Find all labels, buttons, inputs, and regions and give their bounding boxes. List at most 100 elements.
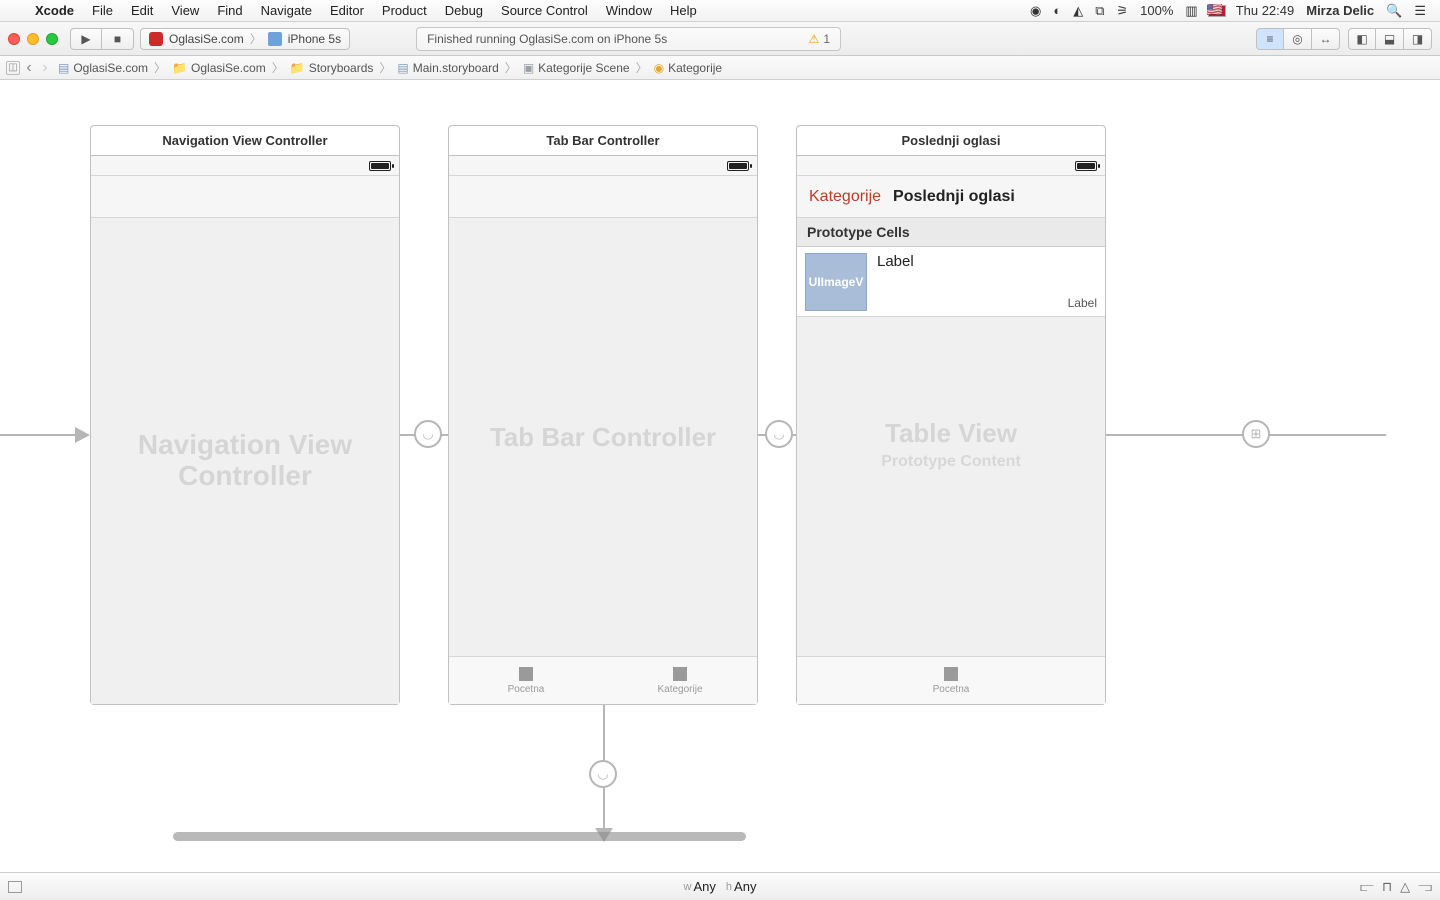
menu-product[interactable]: Product — [373, 0, 436, 22]
scheme-target-label: OglasiSe.com — [169, 32, 244, 46]
jump-scene-label: Kategorije Scene — [538, 61, 629, 75]
jump-group-label: OglasiSe.com — [191, 61, 266, 75]
toggle-navigator-button[interactable]: ◧ — [1348, 28, 1376, 50]
status-bar — [449, 156, 757, 176]
chevron-icon: 〉 — [636, 59, 648, 76]
minimize-window-button[interactable] — [27, 33, 39, 45]
warning-icon: ⚠ — [809, 32, 820, 46]
assistant-editor-button[interactable]: ◎ — [1284, 28, 1312, 50]
jump-folder[interactable]: 📁Storyboards — [286, 61, 378, 75]
scene-poslednji-oglasi[interactable]: Poslednji oglasi Kategorije Poslednji og… — [796, 125, 1106, 705]
menu-editor[interactable]: Editor — [321, 0, 373, 22]
menu-debug[interactable]: Debug — [436, 0, 492, 22]
clock[interactable]: Thu 22:49 — [1230, 3, 1301, 18]
canvas-bottom-bar: wAny hAny ⫍ ⊓ △ ⫎ — [0, 872, 1440, 900]
tab-item-pocetna[interactable]: Pocetna — [449, 657, 603, 704]
jump-item[interactable]: ◉Kategorije — [650, 61, 727, 75]
h-label: h — [726, 881, 732, 893]
nav-forward-button[interactable]: › — [38, 61, 52, 75]
menu-help[interactable]: Help — [661, 0, 706, 22]
align-button[interactable]: ⫍ — [1360, 879, 1374, 895]
jump-scene[interactable]: ▣Kategorije Scene — [519, 61, 634, 75]
warning-indicator[interactable]: ⚠1 — [809, 32, 830, 46]
tab-item-pocetna[interactable]: Pocetna — [797, 657, 1105, 704]
spotlight-icon[interactable]: 🔍 — [1380, 3, 1408, 19]
flag-icon[interactable] — [1208, 5, 1226, 17]
tab-bar: Pocetna Kategorije — [449, 656, 757, 704]
close-window-button[interactable] — [8, 33, 20, 45]
segue-icon[interactable]: ◡ — [414, 420, 442, 448]
cell-detail-label[interactable]: Label — [1068, 296, 1097, 310]
placeholder-text: Navigation View Controller — [91, 430, 399, 492]
nav-back-button[interactable]: Kategorije — [809, 188, 881, 206]
w-value: Any — [694, 879, 716, 894]
run-stop-group: ▶ ■ — [70, 28, 134, 50]
zoom-window-button[interactable] — [46, 33, 58, 45]
battery-icon — [727, 161, 749, 171]
battery-icon[interactable]: ▥ — [1179, 3, 1203, 19]
document-outline-toggle[interactable] — [8, 881, 22, 893]
menu-find[interactable]: Find — [208, 0, 251, 22]
menu-source-control[interactable]: Source Control — [492, 0, 597, 22]
stop-button[interactable]: ■ — [102, 28, 134, 50]
segue-icon[interactable]: ◡ — [589, 760, 617, 788]
size-class-control[interactable]: wAny hAny — [684, 879, 757, 894]
resizing-button[interactable]: ⫎ — [1418, 879, 1432, 895]
chevron-icon: 〉 — [505, 59, 517, 76]
battery-icon — [1075, 161, 1097, 171]
menu-view[interactable]: View — [162, 0, 208, 22]
scene-title: Navigation View Controller — [91, 126, 399, 156]
viber-icon[interactable]: ◉ — [1024, 3, 1047, 19]
user-name[interactable]: Mirza Delic — [1300, 3, 1380, 18]
standard-editor-button[interactable]: ≡ — [1256, 28, 1284, 50]
tab-icon — [519, 667, 533, 681]
nav-back-button[interactable]: ‹ — [22, 61, 36, 75]
w-label: w — [684, 881, 692, 893]
jump-file[interactable]: ▤Main.storyboard — [393, 61, 502, 75]
wifi-icon[interactable]: ⚞ — [1110, 3, 1134, 19]
app-menu[interactable]: Xcode — [26, 0, 83, 22]
notification-center-icon[interactable]: ☰ — [1408, 3, 1432, 19]
jump-bar: ◫ ‹ › ▤OglasiSe.com 〉 📁OglasiSe.com 〉 📁S… — [0, 56, 1440, 80]
tab-item-kategorije[interactable]: Kategorije — [603, 657, 757, 704]
scene-title: Poslednji oglasi — [797, 126, 1105, 156]
scheme-device-label: iPhone 5s — [288, 32, 341, 46]
prototype-cell[interactable]: UIImageV Label Label — [797, 247, 1105, 317]
navigation-bar[interactable]: Kategorije Poslednji oglasi — [797, 176, 1105, 218]
scheme-selector[interactable]: OglasiSe.com 〉 iPhone 5s — [140, 28, 350, 50]
segue-icon[interactable]: ◡ — [765, 420, 793, 448]
tab-label: Pocetna — [933, 684, 970, 695]
table-view[interactable]: Prototype Cells UIImageV Label Label Tab… — [797, 218, 1105, 656]
segue-icon[interactable]: ⊞ — [1242, 420, 1270, 448]
version-editor-button[interactable]: ↔ — [1312, 28, 1340, 50]
window-controls — [8, 33, 58, 45]
activity-view[interactable]: Finished running OglasiSe.com on iPhone … — [416, 27, 841, 51]
jump-folder-label: Storyboards — [309, 61, 374, 75]
toggle-utilities-button[interactable]: ◨ — [1404, 28, 1432, 50]
menu-navigate[interactable]: Navigate — [252, 0, 321, 22]
toggle-debug-button[interactable]: ⬓ — [1376, 28, 1404, 50]
menu-window[interactable]: Window — [597, 0, 661, 22]
pin-button[interactable]: ⊓ — [1382, 879, 1392, 895]
storyboard-canvas[interactable]: Navigation View Controller Navigation Vi… — [0, 80, 1440, 872]
scene-tabbar-controller[interactable]: Tab Bar Controller Tab Bar Controller Po… — [448, 125, 758, 705]
tableview-placeholder: Table View Prototype Content — [797, 418, 1105, 471]
menu-edit[interactable]: Edit — [122, 0, 162, 22]
dnd-icon[interactable]: ◐ — [1047, 3, 1067, 18]
horizontal-scrollbar[interactable] — [173, 832, 746, 841]
dropbox-icon[interactable]: ⧉ — [1089, 3, 1110, 19]
jump-group[interactable]: 📁OglasiSe.com — [168, 61, 270, 75]
prototype-cells-header: Prototype Cells — [797, 218, 1105, 247]
menu-file[interactable]: File — [83, 0, 122, 22]
resolve-issues-button[interactable]: △ — [1400, 879, 1410, 895]
related-items-icon[interactable]: ◫ — [6, 61, 20, 75]
jump-project[interactable]: ▤OglasiSe.com — [54, 61, 152, 75]
run-button[interactable]: ▶ — [70, 28, 102, 50]
scene-navigation-controller[interactable]: Navigation View Controller Navigation Vi… — [90, 125, 400, 705]
battery-text: 100% — [1134, 3, 1179, 18]
warning-count: 1 — [823, 32, 830, 46]
gdrive-icon[interactable]: ◭ — [1067, 3, 1089, 19]
cell-title-label[interactable]: Label — [877, 253, 914, 270]
uiimageview-placeholder[interactable]: UIImageV — [805, 253, 867, 311]
toolbar-right: ≡ ◎ ↔ ◧ ⬓ ◨ — [1256, 28, 1432, 50]
